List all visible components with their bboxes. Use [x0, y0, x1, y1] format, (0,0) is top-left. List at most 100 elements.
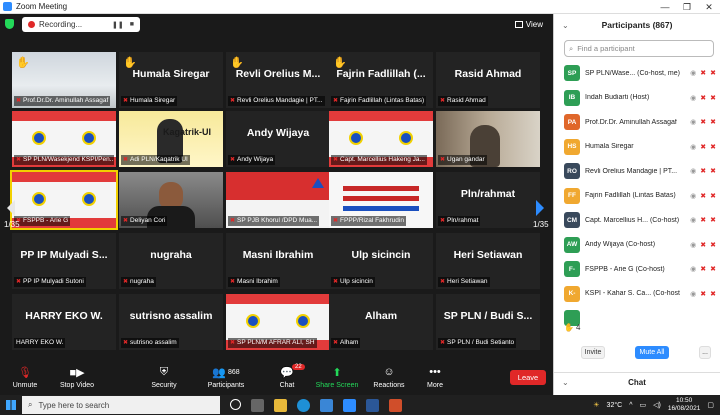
- participant-video-tile[interactable]: ✖ SP PLN/M AFRAR ALI, SH: [226, 294, 330, 350]
- participant-list-item[interactable]: IB Indah Budiarti (Host) ◉ ✖ ✖: [554, 86, 720, 111]
- security-shield-icon[interactable]: [5, 19, 14, 29]
- windows-taskbar: ⌕ Type here to search ☀ 32°C ^ ▭ ◁) 10:5…: [0, 395, 720, 415]
- participant-video-tile[interactable]: nugraha ✖ nugraha: [119, 233, 223, 289]
- minimize-button[interactable]: —: [654, 0, 676, 14]
- weather-icon[interactable]: ☀: [593, 401, 599, 409]
- volume-icon[interactable]: ◁): [653, 401, 661, 409]
- participant-video-tile[interactable]: Kagatrik-UI ✖ Adi PLN/Kaqatrik UI: [119, 111, 223, 167]
- app-icon[interactable]: [320, 398, 333, 412]
- video-off-icon: ✖: [710, 168, 716, 176]
- participant-name-text: sutrisno assalim: [130, 339, 177, 346]
- participant-video-tile[interactable]: Fajrin Fadlillah (... ✋ ✖ Fajrin Fadlillah …: [329, 52, 433, 108]
- participant-list-name: Indah Budiarti (Host): [585, 94, 650, 102]
- participant-video-tile[interactable]: Heri Setiawan ✖ Heri Setiawan: [436, 233, 540, 289]
- security-button[interactable]: ⛨ Security: [148, 364, 180, 394]
- invite-button[interactable]: Invite: [581, 346, 605, 359]
- participant-video-tile[interactable]: Pln/rahmat ✖ Pln/rahmat: [436, 172, 540, 228]
- participant-video-tile[interactable]: HARRY EKO W. HARRY EKO W.: [12, 294, 116, 350]
- previous-page-button[interactable]: 1/35: [4, 200, 20, 229]
- participant-search-input[interactable]: ⌕ Find a participant: [564, 40, 714, 57]
- participant-list-item[interactable]: SP SP PLN/Wase... (Co-host, me) ◉ ✖ ✖: [554, 61, 720, 86]
- participant-name-text: Rasid Ahmad: [447, 97, 486, 104]
- clock-date: 16/08/2021: [667, 405, 701, 412]
- start-button[interactable]: [0, 395, 22, 415]
- zoom-taskbar-icon[interactable]: [343, 398, 356, 412]
- notifications-icon[interactable]: ▢: [707, 401, 714, 409]
- participants-icon: 👥 868: [212, 366, 240, 379]
- participant-display-name: Fajrin Fadlillah (...: [336, 68, 426, 80]
- participant-list-name: Andy Wijaya (Co-host): [585, 241, 656, 249]
- participant-actions: Invite Mute All ...: [554, 346, 720, 359]
- edge-icon[interactable]: [297, 398, 310, 412]
- participant-video-tile[interactable]: sutrisno assalim ✖ sutrisno assalim: [119, 294, 223, 350]
- muted-mic-icon: ✖: [700, 217, 707, 225]
- stop-video-button[interactable]: ■▶ Stop Video: [56, 364, 98, 394]
- chat-section-header[interactable]: ⌄ Chat: [554, 372, 720, 392]
- collapse-chevron-icon[interactable]: ⌄: [562, 21, 569, 30]
- participant-list-item[interactable]: K- KSPI - Kahar S. Ca... (Co-host) ◉ ✖ ✖: [554, 282, 720, 307]
- share-screen-button[interactable]: ⬆ Share Screen: [314, 364, 360, 394]
- search-placeholder: Find a participant: [577, 44, 635, 53]
- participant-list-item[interactable]: AW Andy Wijaya (Co-host) ◉ ✖ ✖: [554, 233, 720, 258]
- participant-video-tile[interactable]: ✖ FPPP/Rizal Fakhrudin: [329, 172, 433, 228]
- raised-hand-icon: ✋: [123, 57, 137, 69]
- window-controls: — ❐ ✕: [654, 0, 720, 14]
- participant-list-item[interactable]: PA Prof.Dr.Dr. Aminullah Assagaf ◉ ✖ ✖: [554, 110, 720, 135]
- raised-hand-icon: ✋: [333, 57, 347, 69]
- participant-video-tile[interactable]: Masni Ibrahim ✖ Masni Ibrahim: [226, 233, 330, 289]
- clock-time: 10:50: [675, 397, 693, 404]
- participant-video-tile[interactable]: ✖ FSPPB - Arie G: [10, 170, 118, 230]
- app-icon[interactable]: [389, 398, 402, 412]
- participant-list-item[interactable]: CM Capt. Marcellius H... (Co-host) ◉ ✖ ✖: [554, 208, 720, 233]
- close-button[interactable]: ✕: [698, 0, 720, 14]
- leave-button[interactable]: Leave: [510, 370, 546, 385]
- task-view-icon[interactable]: [230, 398, 241, 410]
- participant-video-tile[interactable]: Revli Orelius M... ✋ ✖ Revli Orelius Mandag…: [226, 52, 330, 108]
- tray-chevron-icon[interactable]: ^: [629, 402, 632, 409]
- participant-video-tile[interactable]: Humala Siregar ✋ ✖ Humala Siregar: [119, 52, 223, 108]
- muted-mic-icon: ✖: [700, 70, 707, 78]
- panel-more-button[interactable]: ...: [699, 346, 711, 359]
- participant-name-label: ✖ FPPP/Rizal Fakhrudin: [331, 216, 406, 226]
- participant-list-item[interactable]: FF Fajrin Fadlillah (Lintas Batas) ◉ ✖ ✖: [554, 184, 720, 209]
- participant-video-tile[interactable]: ✖ Capt. Marcellius Hakeng Ja...: [329, 111, 433, 167]
- participant-video-tile[interactable]: Andy Wijaya ✖ Andy Wijaya: [226, 111, 330, 167]
- participant-name-text: SP PLN/M AFRAR ALI, SH: [237, 339, 315, 346]
- file-explorer-icon[interactable]: [274, 398, 287, 412]
- page-indicator-right: 1/35: [533, 220, 549, 229]
- stop-recording-icon[interactable]: ■: [130, 21, 134, 28]
- participant-list-item[interactable]: F- FSPPB - Arie G (Co-host) ◉ ✖ ✖: [554, 257, 720, 282]
- participant-video-tile[interactable]: ✋ ✖ Prof.Dr.Dr. Aminullah Assagaf: [12, 52, 116, 108]
- participant-video-tile[interactable]: PP IP Mulyadi S... ✖ PP IP Mulyadi Sutoni: [12, 233, 116, 289]
- app-icon[interactable]: [251, 398, 264, 412]
- participant-video-tile[interactable]: ✖ SP PLN/Wasekjend KSPI/Pen...: [12, 111, 116, 167]
- word-icon[interactable]: [366, 398, 379, 412]
- participant-list-item[interactable]: RO Revli Orelius Mandagie | PT... ◉ ✖ ✖: [554, 159, 720, 184]
- participant-video-tile[interactable]: ✖ SP PJB Khorul /DPD Mua...: [226, 172, 330, 228]
- network-icon[interactable]: ▭: [639, 401, 646, 409]
- participant-video-tile[interactable]: Alham ✖ Alham: [329, 294, 433, 350]
- chat-button[interactable]: 💬 22 Chat: [274, 364, 305, 394]
- view-button[interactable]: View: [511, 17, 547, 31]
- unmute-button[interactable]: 🎙 Unmute: [8, 364, 42, 394]
- participant-video-tile[interactable]: Rasid Ahmad ✖ Rasid Ahmad: [436, 52, 540, 108]
- pause-recording-icon[interactable]: ❚❚: [112, 21, 124, 29]
- expand-chevron-icon[interactable]: ⌄: [562, 378, 569, 387]
- muted-mic-icon: ✖: [230, 218, 236, 224]
- participant-list-item[interactable]: HS Humala Siregar ◉ ✖ ✖: [554, 135, 720, 160]
- reactions-button[interactable]: ☺ Reactions: [370, 364, 408, 394]
- participant-video-tile[interactable]: SP PLN / Budi S... ✖ SP PLN / Budi Setiant…: [436, 294, 540, 350]
- muted-mic-icon: ✖: [700, 192, 707, 200]
- clock[interactable]: 10:50 16/08/2021: [668, 397, 701, 413]
- next-page-button[interactable]: 1/35: [533, 200, 549, 229]
- participant-video-tile[interactable]: ✖ Ugan gandar: [436, 111, 540, 167]
- taskbar-search-box[interactable]: ⌕ Type here to search: [22, 396, 220, 414]
- participant-video-tile[interactable]: Ulp sicincin ✖ Ulp sicincin: [329, 233, 433, 289]
- weather-temperature[interactable]: 32°C: [607, 402, 623, 409]
- more-button[interactable]: ••• More: [422, 364, 448, 394]
- mute-all-button[interactable]: Mute All: [635, 346, 669, 359]
- participant-video-tile[interactable]: ✖ Deliyan Cori: [119, 172, 223, 228]
- participants-button[interactable]: 👥 868 Participants: [202, 364, 250, 394]
- participant-name-label: ✖ Heri Setiawan: [438, 277, 490, 287]
- maximize-button[interactable]: ❐: [676, 0, 698, 14]
